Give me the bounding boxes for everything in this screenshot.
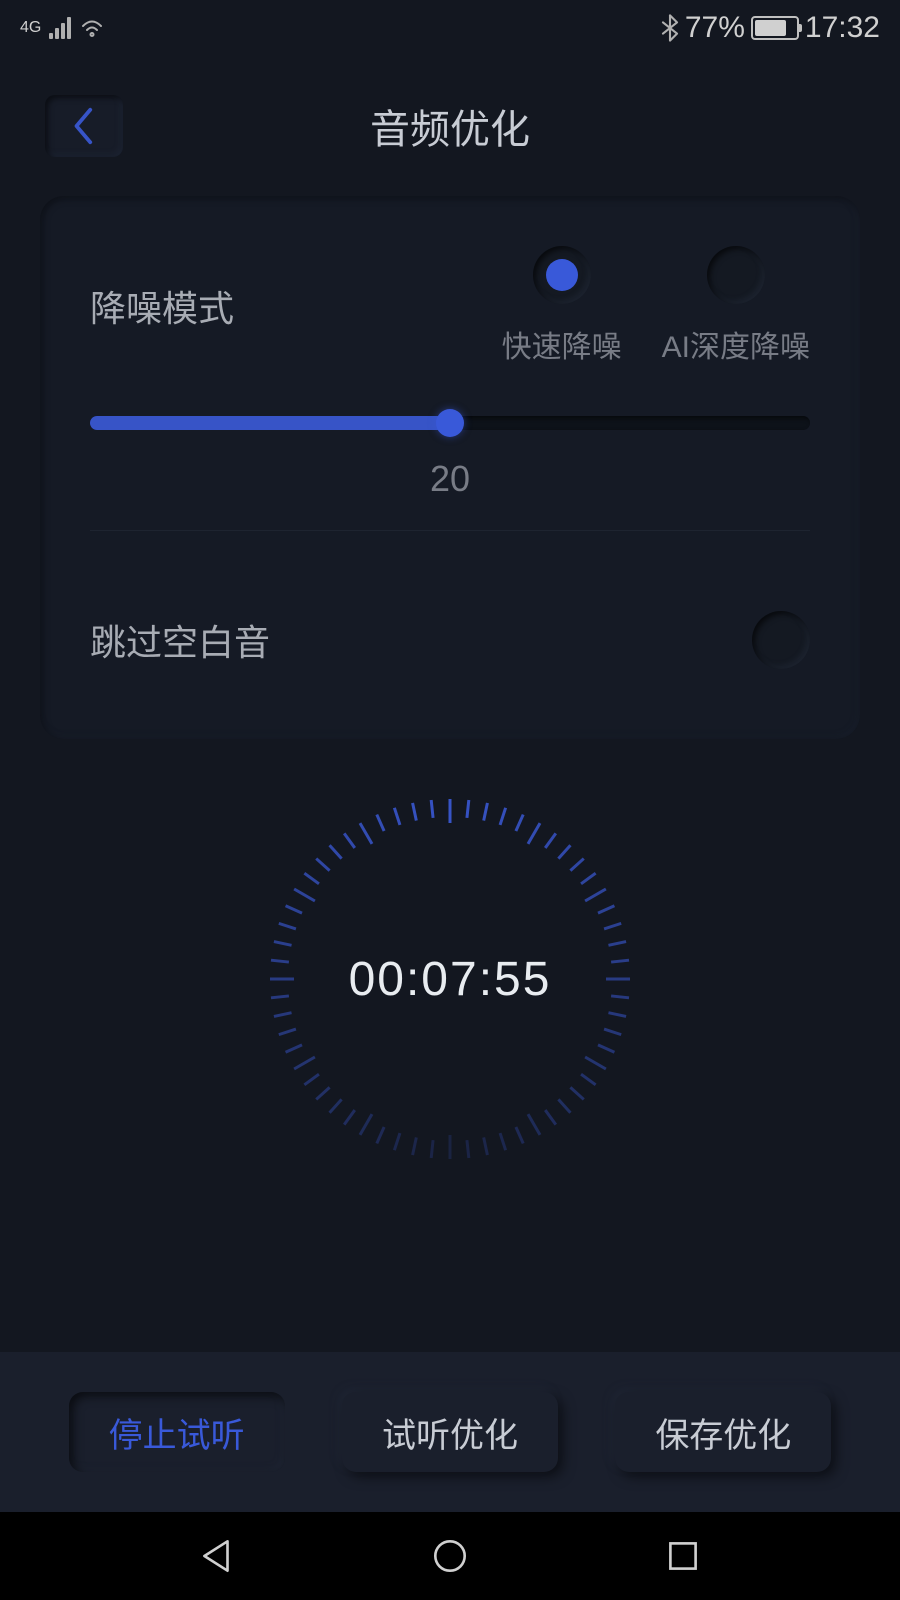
timer-dial: 00:07:55 — [270, 799, 630, 1159]
noise-mode-label: 降噪模式 — [90, 280, 502, 332]
nav-home-icon[interactable] — [429, 1535, 471, 1577]
nav-recent-icon[interactable] — [662, 1535, 704, 1577]
network-indicator: 4G — [20, 20, 41, 36]
status-right: 77% 17:32 — [661, 11, 880, 45]
bluetooth-icon — [661, 14, 679, 42]
android-nav-bar — [0, 1512, 900, 1600]
status-bar: 4G 77% 17:32 — [0, 0, 900, 56]
skip-silence-row: 跳过空白音 — [40, 531, 860, 669]
bottom-action-bar: 停止试听 试听优化 保存优化 — [0, 1352, 900, 1512]
chevron-left-icon — [71, 106, 97, 146]
battery-percent: 77% — [685, 11, 745, 45]
timer-section: 00:07:55 — [0, 799, 900, 1159]
stop-preview-button[interactable]: 停止试听 — [69, 1392, 285, 1472]
slider-track — [90, 416, 810, 430]
radio-circle-icon — [533, 246, 591, 304]
title-bar: 音频优化 — [0, 76, 900, 176]
network-type: 4G — [20, 20, 41, 36]
signal-icon — [49, 17, 71, 39]
radio-label: AI深度降噪 — [662, 322, 810, 366]
tick-marks — [270, 799, 630, 1159]
radio-label: 快速降噪 — [502, 322, 622, 366]
noise-mode-radio-group: 快速降噪 AI深度降噪 — [502, 246, 810, 366]
noise-slider[interactable]: 20 — [40, 366, 860, 500]
slider-value: 20 — [90, 458, 810, 500]
skip-silence-label: 跳过空白音 — [90, 614, 270, 666]
radio-circle-icon — [707, 246, 765, 304]
nav-back-icon[interactable] — [196, 1535, 238, 1577]
radio-ai-noise[interactable]: AI深度降噪 — [662, 246, 810, 366]
skip-silence-toggle[interactable] — [752, 611, 810, 669]
noise-mode-row: 降噪模式 快速降噪 AI深度降噪 — [40, 246, 860, 366]
clock-time: 17:32 — [805, 11, 880, 45]
radio-fast-noise[interactable]: 快速降噪 — [502, 246, 622, 366]
battery-icon — [751, 16, 799, 40]
page-title: 音频优化 — [370, 97, 530, 155]
wifi-icon — [79, 18, 105, 38]
settings-card: 降噪模式 快速降噪 AI深度降噪 20 跳过空白音 — [40, 196, 860, 739]
preview-optimize-button[interactable]: 试听优化 — [342, 1392, 558, 1472]
save-optimize-button[interactable]: 保存优化 — [615, 1392, 831, 1472]
back-button[interactable] — [45, 95, 123, 157]
status-left: 4G — [20, 17, 105, 39]
slider-fill — [90, 416, 450, 430]
slider-thumb[interactable] — [436, 409, 464, 437]
